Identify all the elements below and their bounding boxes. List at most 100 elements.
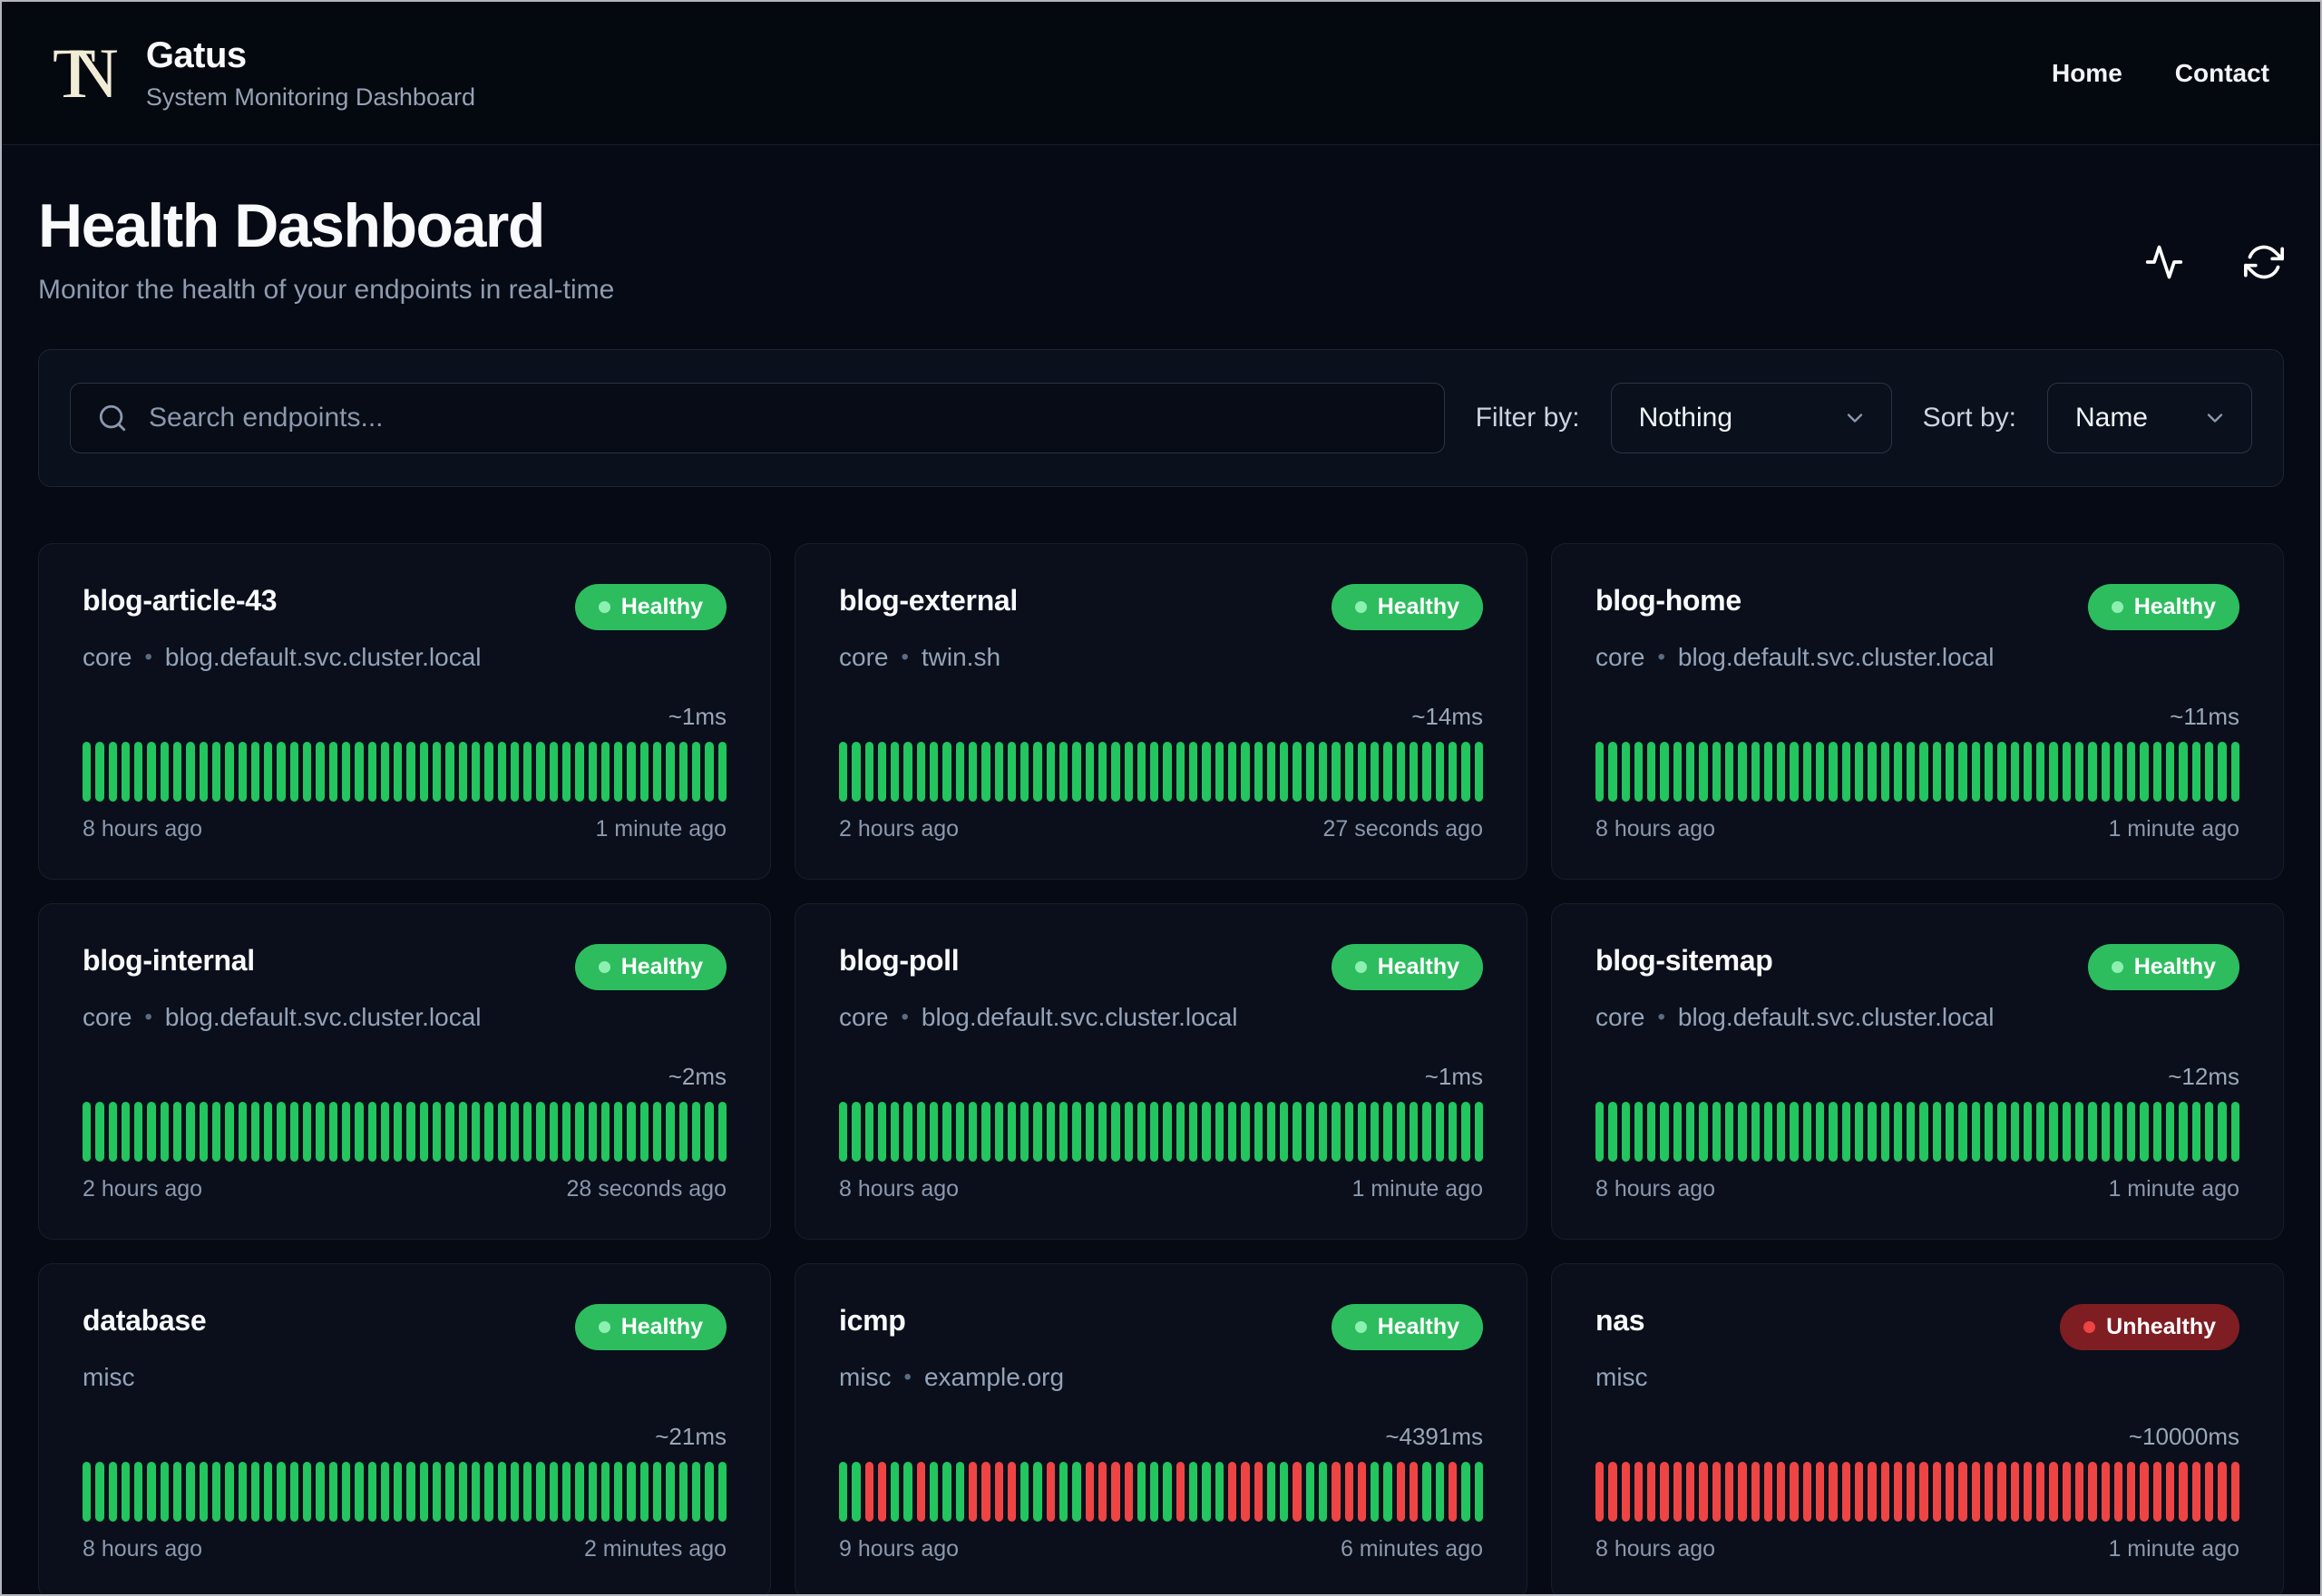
latency-bar[interactable] bbox=[2218, 1102, 2227, 1163]
latency-bar[interactable] bbox=[186, 1102, 195, 1163]
latency-bar[interactable] bbox=[1396, 742, 1406, 803]
latency-bar[interactable] bbox=[1344, 1462, 1353, 1523]
latency-bar[interactable] bbox=[83, 1102, 92, 1163]
latency-bar[interactable] bbox=[1189, 742, 1198, 803]
latency-bar[interactable] bbox=[2088, 1462, 2097, 1523]
latency-bar[interactable] bbox=[614, 1102, 623, 1163]
latency-bar[interactable] bbox=[1396, 1102, 1406, 1163]
latency-bar[interactable] bbox=[1984, 1102, 1994, 1163]
latency-bar[interactable] bbox=[2049, 1462, 2058, 1523]
latency-bar[interactable] bbox=[1712, 742, 1721, 803]
latency-bar[interactable] bbox=[1461, 1102, 1470, 1163]
latency-bar[interactable] bbox=[2074, 1102, 2084, 1163]
latency-bar[interactable] bbox=[600, 1462, 610, 1523]
latency-bar[interactable] bbox=[891, 1462, 900, 1523]
latency-bar[interactable] bbox=[83, 742, 92, 803]
latency-bar[interactable] bbox=[160, 1102, 170, 1163]
latency-bar[interactable] bbox=[173, 1102, 182, 1163]
latency-bar[interactable] bbox=[147, 742, 156, 803]
latency-bar[interactable] bbox=[1111, 1462, 1120, 1523]
latency-bar[interactable] bbox=[1880, 742, 1889, 803]
latency-bar[interactable] bbox=[561, 1462, 571, 1523]
latency-bar[interactable] bbox=[160, 742, 170, 803]
latency-bar[interactable] bbox=[2140, 1462, 2149, 1523]
latency-bar[interactable] bbox=[264, 1102, 273, 1163]
latency-bar[interactable] bbox=[955, 1462, 964, 1523]
latency-bar[interactable] bbox=[627, 1102, 636, 1163]
latency-bar[interactable] bbox=[930, 1462, 939, 1523]
latency-bar[interactable] bbox=[1790, 1102, 1799, 1163]
latency-bar[interactable] bbox=[1777, 1102, 1786, 1163]
latency-bar[interactable] bbox=[1098, 1102, 1107, 1163]
latency-bar[interactable] bbox=[2179, 1102, 2188, 1163]
latency-bar[interactable] bbox=[211, 742, 221, 803]
latency-bar[interactable] bbox=[523, 1102, 532, 1163]
latency-bar[interactable] bbox=[1647, 742, 1656, 803]
latency-bar[interactable] bbox=[891, 1102, 900, 1163]
latency-bar[interactable] bbox=[2049, 1102, 2058, 1163]
latency-bar[interactable] bbox=[903, 1462, 912, 1523]
latency-bar[interactable] bbox=[1595, 1462, 1605, 1523]
latency-bar[interactable] bbox=[121, 1102, 131, 1163]
latency-bar[interactable] bbox=[419, 1102, 429, 1163]
latency-bar[interactable] bbox=[994, 1462, 1003, 1523]
latency-bar[interactable] bbox=[1763, 1102, 1773, 1163]
latency-bar[interactable] bbox=[1971, 742, 1980, 803]
latency-bar[interactable] bbox=[1410, 1102, 1419, 1163]
latency-bar[interactable] bbox=[1634, 742, 1644, 803]
latency-bar[interactable] bbox=[1841, 1462, 1850, 1523]
latency-bar[interactable] bbox=[1751, 742, 1760, 803]
latency-bar[interactable] bbox=[839, 1462, 848, 1523]
latency-bar[interactable] bbox=[903, 742, 912, 803]
latency-bar[interactable] bbox=[1919, 1462, 1928, 1523]
latency-bar[interactable] bbox=[1958, 1102, 1967, 1163]
latency-bar[interactable] bbox=[186, 1462, 195, 1523]
latency-bar[interactable] bbox=[394, 1102, 403, 1163]
latency-bar[interactable] bbox=[2230, 742, 2239, 803]
latency-bar[interactable] bbox=[1841, 742, 1850, 803]
latency-bar[interactable] bbox=[134, 1102, 143, 1163]
latency-bar[interactable] bbox=[1085, 1102, 1094, 1163]
latency-bar[interactable] bbox=[1344, 742, 1353, 803]
latency-bar[interactable] bbox=[2023, 1102, 2033, 1163]
latency-bar[interactable] bbox=[981, 1462, 990, 1523]
latency-bar[interactable] bbox=[1357, 742, 1367, 803]
latency-bar[interactable] bbox=[1059, 1462, 1068, 1523]
latency-bar[interactable] bbox=[2127, 1102, 2136, 1163]
latency-bar[interactable] bbox=[458, 1102, 467, 1163]
latency-bar[interactable] bbox=[968, 1102, 978, 1163]
latency-bar[interactable] bbox=[1946, 1462, 1955, 1523]
latency-bar[interactable] bbox=[536, 742, 545, 803]
latency-bar[interactable] bbox=[2179, 1462, 2188, 1523]
latency-bar[interactable] bbox=[1435, 742, 1444, 803]
latency-bar[interactable] bbox=[1202, 742, 1211, 803]
latency-bar[interactable] bbox=[1111, 742, 1120, 803]
latency-bar[interactable] bbox=[1318, 742, 1328, 803]
latency-bar[interactable] bbox=[406, 1462, 415, 1523]
latency-bar[interactable] bbox=[1150, 1102, 1159, 1163]
latency-bar[interactable] bbox=[1305, 1462, 1314, 1523]
latency-bar[interactable] bbox=[2166, 742, 2175, 803]
latency-bar[interactable] bbox=[639, 742, 649, 803]
latency-bar[interactable] bbox=[549, 1102, 558, 1163]
latency-bar[interactable] bbox=[289, 742, 299, 803]
latency-bar[interactable] bbox=[2218, 1462, 2227, 1523]
latency-bar[interactable] bbox=[1841, 1102, 1850, 1163]
latency-bar[interactable] bbox=[600, 1102, 610, 1163]
latency-bar[interactable] bbox=[380, 1102, 390, 1163]
latency-bar[interactable] bbox=[1072, 1102, 1081, 1163]
latency-bar[interactable] bbox=[2113, 742, 2123, 803]
latency-bar[interactable] bbox=[134, 1462, 143, 1523]
latency-bar[interactable] bbox=[1422, 742, 1431, 803]
latency-bar[interactable] bbox=[588, 1102, 597, 1163]
latency-bar[interactable] bbox=[147, 1102, 156, 1163]
latency-bar[interactable] bbox=[95, 1102, 104, 1163]
latency-bar[interactable] bbox=[653, 1462, 662, 1523]
latency-bar[interactable] bbox=[2101, 1462, 2110, 1523]
latency-bar[interactable] bbox=[1621, 1462, 1630, 1523]
latency-bar[interactable] bbox=[1699, 742, 1708, 803]
latency-bar[interactable] bbox=[1686, 1102, 1695, 1163]
latency-bar[interactable] bbox=[717, 1102, 727, 1163]
latency-bar[interactable] bbox=[903, 1102, 912, 1163]
latency-bar[interactable] bbox=[1020, 1102, 1029, 1163]
